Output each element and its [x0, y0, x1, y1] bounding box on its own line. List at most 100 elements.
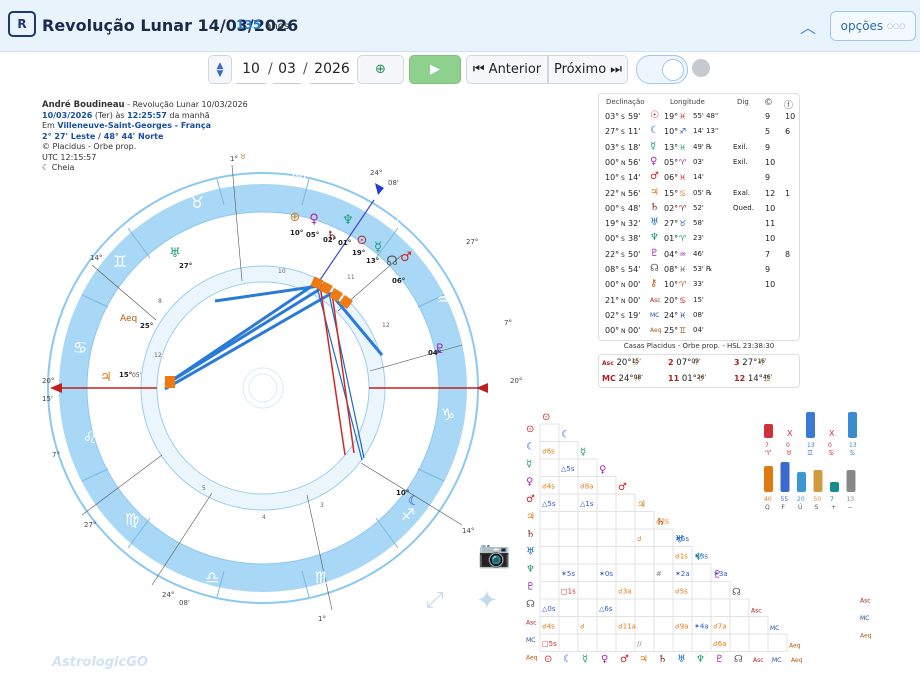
- aspect-cell: [558, 546, 579, 565]
- aspect-cell: [691, 563, 712, 582]
- svg-text:♀: ♀: [309, 212, 319, 227]
- aspect-bottom-label: Aeq: [791, 657, 803, 664]
- svg-text:12: 12: [154, 352, 162, 359]
- aspect-mark: ☌: [637, 535, 642, 543]
- aspect-bottom-label: ⊙: [544, 654, 552, 665]
- aspect-row-label: Aeq: [789, 643, 801, 650]
- svg-text:10: 10: [278, 268, 286, 275]
- house-cusp: Asc 20° ♋ 15': [602, 358, 641, 368]
- svg-text:10°: 10°: [396, 489, 409, 497]
- svg-text:4: 4: [262, 514, 266, 521]
- svg-text:☿: ☿: [374, 240, 382, 255]
- app-header: R Revolução Lunar 14/03/2026 135 anos ︿ …: [0, 0, 920, 52]
- svg-text:5: 5: [202, 485, 206, 492]
- svg-text:8: 8: [158, 298, 162, 305]
- svg-text:01°: 01°: [338, 239, 351, 247]
- globe-icon[interactable]: ⊕: [357, 55, 404, 84]
- svg-text:12: 12: [382, 322, 390, 329]
- aspect-col-label: ☊: [526, 599, 535, 610]
- houses-title: Casas Placidus - Orbe prop. - HSL 23:38:…: [623, 342, 775, 350]
- aspect-cell: [539, 423, 560, 442]
- date-stepper[interactable]: ▲ ▼: [208, 55, 232, 84]
- day-field[interactable]: 10: [236, 55, 266, 84]
- year-field[interactable]: 2026: [310, 55, 354, 84]
- aspect-cell: [596, 493, 617, 512]
- position-row: 03° S 18' ☿ 13° ♓ 49' ℞ Exil. 9: [605, 140, 771, 152]
- aspect-mark: △1s: [580, 500, 594, 508]
- aspect-col-label: ☾: [526, 442, 535, 453]
- next-button[interactable]: Próximo ⏭: [548, 55, 628, 84]
- chevron-up-icon[interactable]: ︿: [800, 14, 816, 38]
- house-cusp: 12 14° ♊ 46': [734, 374, 773, 384]
- camera-icon[interactable]: 📷: [478, 540, 510, 570]
- position-row: 00° N 56' ♀ 05° ♈ 03' Exil. 10: [605, 155, 776, 167]
- aspect-cell: [691, 598, 712, 617]
- aspect-cell: [653, 633, 674, 652]
- app-logo-icon[interactable]: R: [8, 11, 36, 37]
- aspect-cell: [577, 528, 598, 547]
- aspect-mark: ☌7a: [713, 623, 726, 631]
- svg-text:♅: ♅: [169, 246, 181, 261]
- aspect-col-label: ♅: [526, 547, 535, 558]
- aspect-cell: [615, 563, 636, 582]
- svg-text:♋: ♋: [73, 338, 87, 357]
- position-row: 08° S 54' ☊ 08° ♓ 53' ℞ 9: [605, 263, 771, 274]
- svg-text:3: 3: [320, 502, 324, 509]
- aspect-cell: [691, 633, 712, 652]
- expand-icon[interactable]: ⤢: [426, 588, 444, 613]
- aspect-cell: [615, 511, 636, 530]
- watermark-logo: AstrologicGO: [52, 655, 148, 670]
- svg-text:11: 11: [347, 274, 355, 281]
- aspect-cell: [539, 563, 560, 582]
- aspect-cell: [558, 493, 579, 512]
- svg-text:20°: 20°: [510, 377, 522, 385]
- aspect-cell: [634, 563, 655, 582]
- svg-text:19°: 19°: [352, 249, 365, 257]
- element-count: 7: [765, 442, 769, 449]
- previous-button[interactable]: ⏮ Anterior: [466, 55, 548, 84]
- aspect-bottom-label: MC: [772, 657, 781, 664]
- aspect-mark: ✶5s: [675, 535, 689, 543]
- svg-text:♊: ♊: [113, 252, 127, 271]
- aspect-cell: [653, 581, 674, 600]
- aspect-cell: [634, 511, 655, 530]
- options-button[interactable]: opções ○○○: [830, 11, 916, 41]
- svg-text:♍: ♍: [125, 510, 139, 529]
- sparkle-icon[interactable]: ✦: [476, 586, 498, 616]
- positions-table: Declinação Longitude Dig © ⓕ 03° S 59' ☉ 19…: [598, 93, 800, 341]
- svg-text:7°: 7°: [504, 319, 512, 327]
- svg-text:06°: 06°: [392, 277, 405, 285]
- aspect-cell: [596, 546, 617, 565]
- aspect-cell: [653, 598, 674, 617]
- svg-text:♓: ♓: [393, 208, 407, 227]
- quality-value: 7: [830, 496, 834, 503]
- play-button[interactable]: ▶: [409, 55, 461, 84]
- quality-bar: [780, 462, 790, 492]
- svg-text:08': 08': [388, 179, 399, 187]
- aspect-col-label: ♆: [526, 564, 535, 575]
- aspect-mark: ☌2s: [656, 518, 669, 526]
- aspect-right-label: Asc: [860, 598, 871, 605]
- aspect-mark: ☌9a: [675, 623, 688, 631]
- aspect-cell: [615, 546, 636, 565]
- aspect-cell: [539, 511, 560, 530]
- aspect-mark: ✶4a: [694, 623, 709, 631]
- aspect-cell: [596, 476, 617, 495]
- aspect-cell: [596, 581, 617, 600]
- svg-text:05': 05': [132, 372, 142, 379]
- aspect-cell: [615, 528, 636, 547]
- aspect-cell: [558, 441, 579, 460]
- theme-icon[interactable]: [692, 59, 710, 77]
- astrology-wheel: ♈♉♊ ♋♌♍ ♎ ♏♐ ♑♒♓ 1° ♉ 24°08' 27°14° 7°20°1…: [42, 153, 522, 623]
- element-symbol: ♈: [765, 449, 772, 457]
- toggle-switch[interactable]: [636, 55, 688, 84]
- month-field[interactable]: 03: [273, 55, 301, 84]
- element-bar: [764, 424, 773, 438]
- aspect-mark: ☌8a: [580, 483, 593, 491]
- svg-text:04°: 04°: [428, 349, 441, 357]
- distribution-bars: 7 ♈ X 0 ♉ 13 ♊ X 0 ♋ 13 ♋ 40 Q 55 F 20 Ú 50 S 7 +13−: [760, 410, 870, 524]
- aspect-bottom-label: ☾: [563, 654, 572, 665]
- svg-text:♈: ♈: [292, 170, 306, 189]
- svg-text:20°: 20°: [42, 377, 54, 385]
- aspect-mark: ☌5s: [675, 588, 688, 596]
